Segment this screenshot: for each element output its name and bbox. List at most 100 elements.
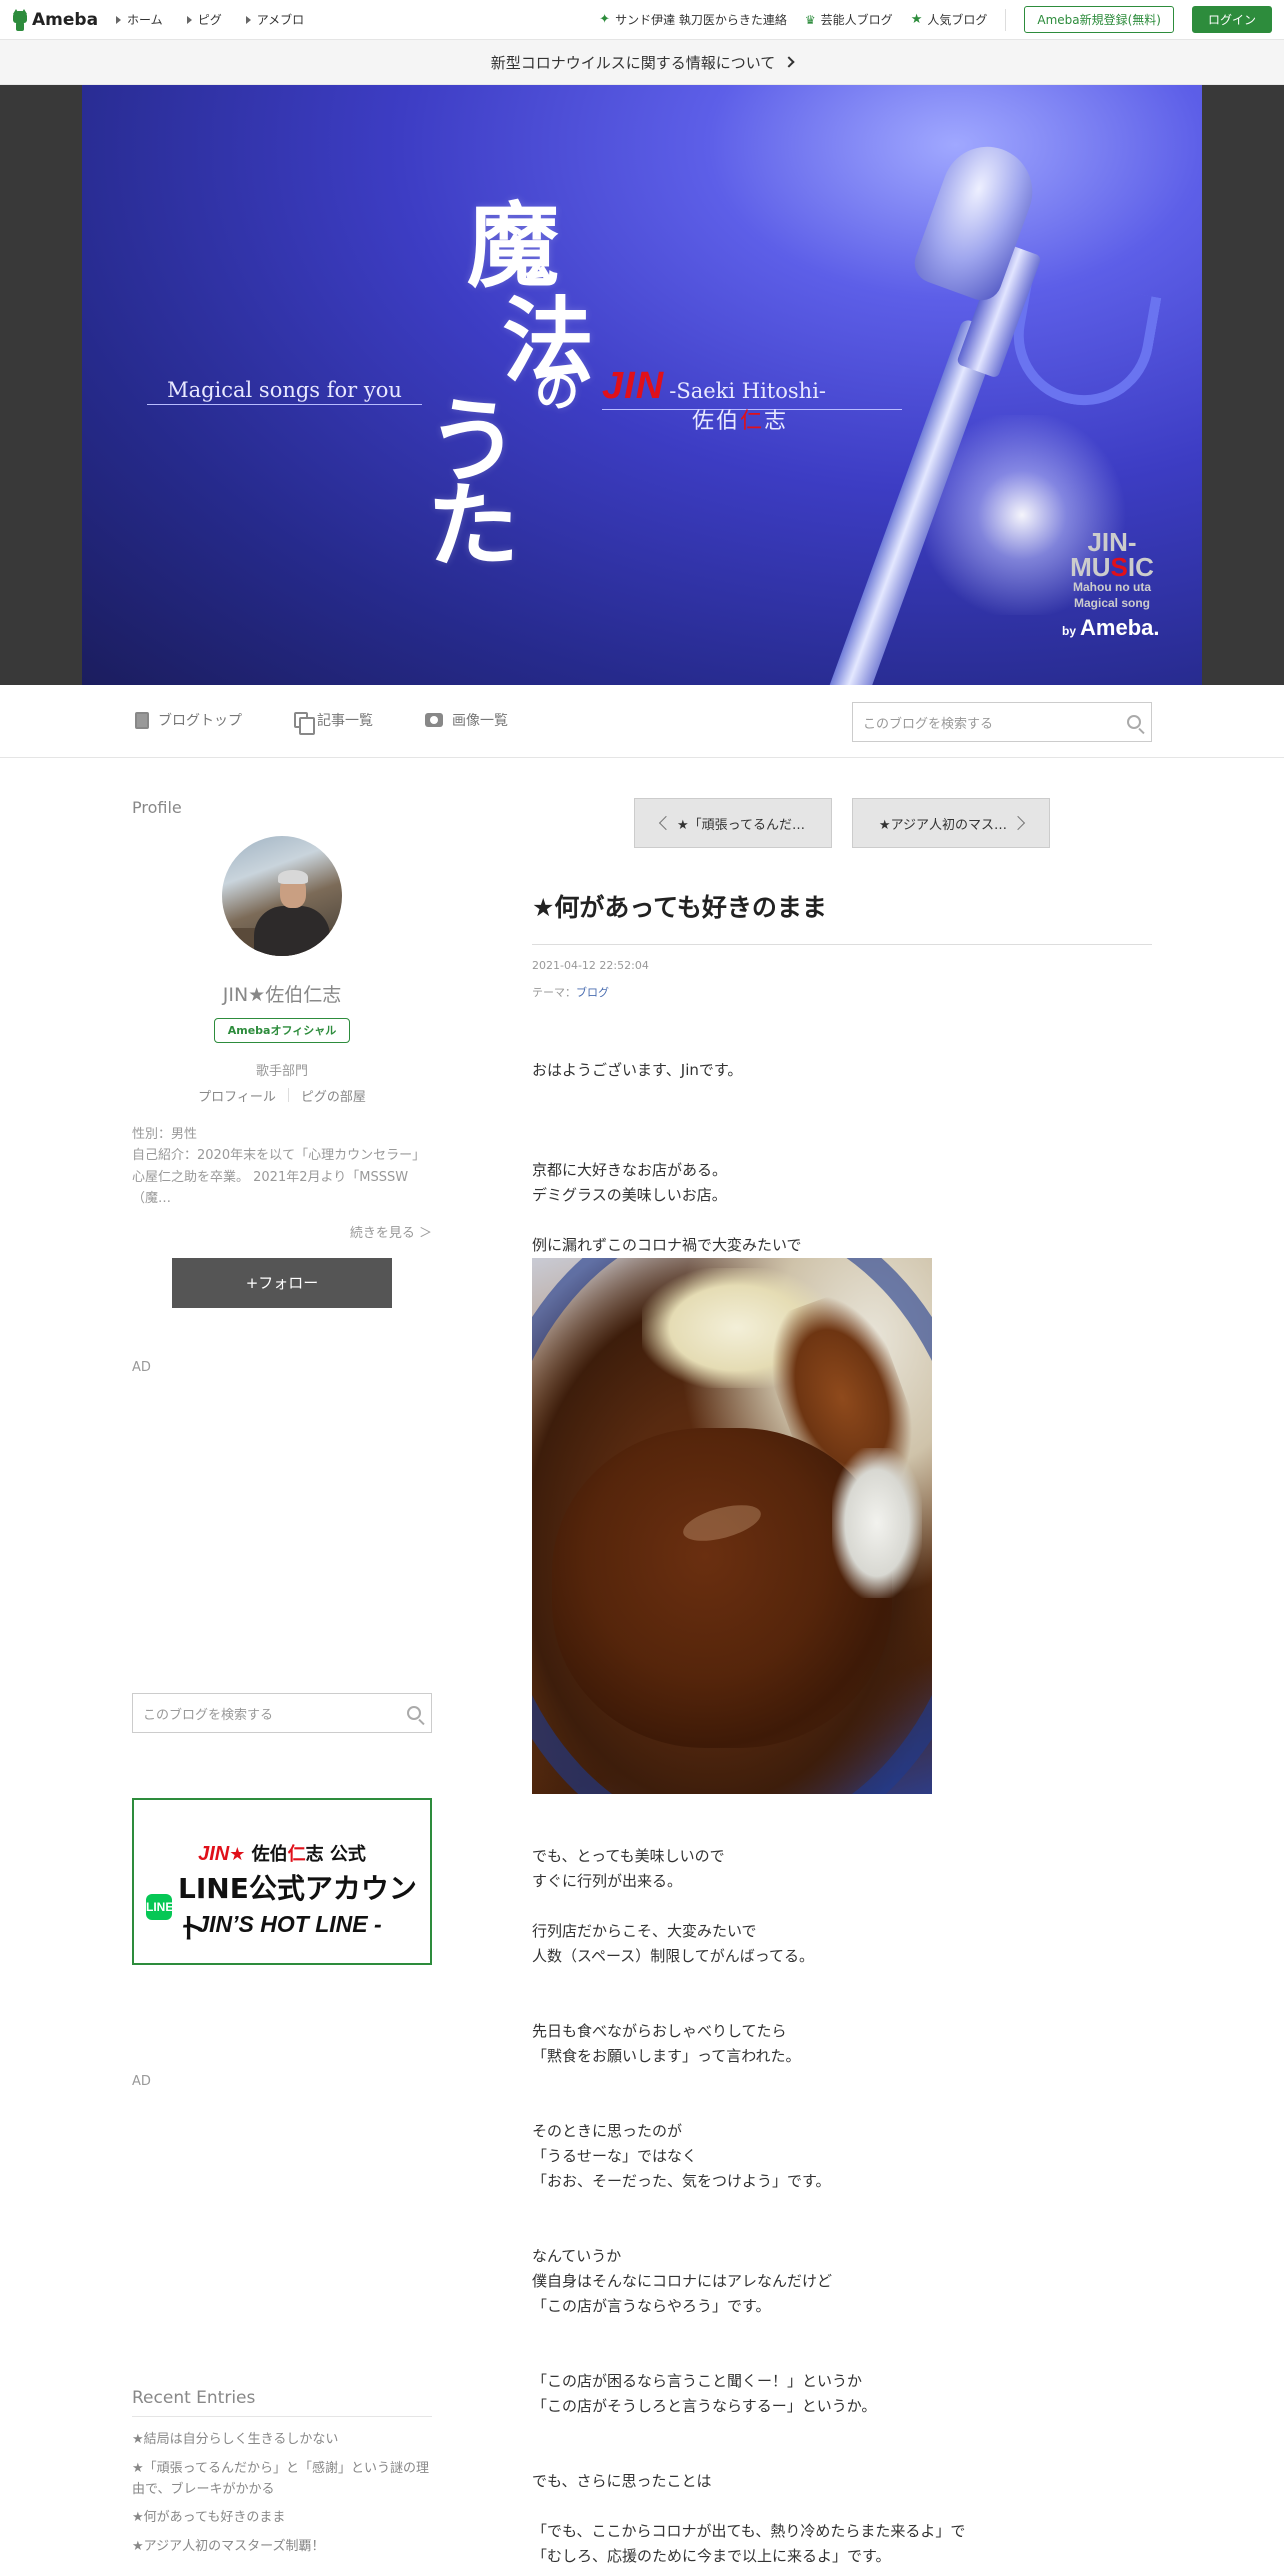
article-line: 行列店だからこそ、大変みたいで	[532, 1922, 757, 1940]
tab-image-list[interactable]: 画像一覧	[425, 710, 508, 730]
article-line: 僕自身はそんなにコロナにはアレなんだけど	[532, 2272, 833, 2290]
by-brand: Ameba.	[1080, 615, 1160, 640]
profile-heading: Profile	[132, 798, 182, 817]
food-photo[interactable]	[532, 1258, 932, 1794]
blog-header-banner[interactable]: Magical songs for you 魔 法 の う た JIN -Sae…	[82, 85, 1202, 685]
notice-text: 新型コロナウイルスに関する情報について	[490, 53, 776, 72]
nav-celebrity-label: 芸能人ブログ	[820, 13, 893, 27]
search-icon[interactable]	[407, 1706, 421, 1720]
header-title: 魔 法 の う た	[427, 192, 594, 572]
document-icon	[135, 711, 149, 729]
tab-article-list[interactable]: 記事一覧	[294, 710, 373, 735]
article-theme: テーマ：ブログ	[532, 984, 609, 1000]
register-button[interactable]: Ameba新規登録(無料)	[1024, 6, 1174, 33]
search-icon[interactable]	[1127, 715, 1141, 729]
logo-text: Ameba	[32, 9, 99, 30]
article-line	[532, 2094, 1152, 2119]
article-line: でも、とっても美味しいので	[532, 1847, 725, 1865]
profile-name[interactable]: JIN★佐伯仁志	[132, 980, 432, 1007]
nav-link-label: ピグ	[197, 13, 222, 27]
brand-part: S	[1110, 551, 1128, 582]
link-divider	[287, 1088, 289, 1102]
article-line	[532, 2444, 1152, 2469]
article-line	[532, 2344, 1152, 2369]
search-placeholder: このブログを検索する	[863, 716, 994, 732]
brand-line: MUSIC	[1057, 551, 1167, 582]
nav-trending-news[interactable]: ✦ サンド伊達 執刀医からきた連絡	[599, 11, 787, 28]
chevron-right-icon	[783, 56, 795, 68]
sidebar-search-input[interactable]: このブログを検索する	[132, 1693, 432, 1733]
brand-line: Magical song	[1073, 596, 1150, 611]
avatar[interactable]	[222, 836, 342, 956]
global-nav: Ameba ホーム ピグ アメブロ ✦ サンド伊達 執刀医からきた連絡 ♛ 芸能人ブ…	[0, 0, 1284, 40]
blog-search-input[interactable]: このブログを検索する	[852, 702, 1152, 742]
official-badge: Amebaオフィシャル	[214, 1018, 350, 1043]
camera-icon	[425, 713, 443, 727]
recent-entries-heading: Recent Entries	[132, 2388, 432, 2417]
nav-link-ameblo[interactable]: アメブロ	[245, 11, 304, 28]
brand-part: MU	[1070, 551, 1111, 582]
recent-entry[interactable]: ★「頑張ってるんだから」と「感謝」という謎の理由で、ブレーキがかかる	[132, 2459, 432, 2501]
article-line: 「この店がそうしろと言うならするー」というか。	[532, 2397, 877, 2415]
nav-link-home[interactable]: ホーム	[116, 11, 163, 28]
article-line: 「黙食をお願いします」って言われた。	[532, 2047, 801, 2065]
nav-divider	[1005, 8, 1007, 31]
article-line: 京都に大好きなお店がある。	[532, 1161, 728, 1179]
title-char: 魔	[467, 192, 560, 300]
article-line	[532, 2194, 1152, 2219]
article-line	[532, 1969, 1152, 1994]
covid-notice-link[interactable]: 新型コロナウイルスに関する情報について	[0, 40, 1284, 85]
tab-label: ブログトップ	[158, 713, 242, 729]
star-icon: ✦	[599, 12, 611, 27]
pigg-room-link[interactable]: ピグの部屋	[301, 1086, 366, 1105]
login-button[interactable]: ログイン	[1191, 6, 1272, 33]
artist-jp-part: 仁	[740, 409, 765, 434]
profile-gender: 性別：男性	[132, 1127, 198, 1142]
line-official-banner[interactable]: JIN★ 佐伯仁志 公式 LINE LINE公式アカウント - JIN’S HO…	[132, 1798, 432, 1965]
nav-link-pigg[interactable]: ピグ	[186, 11, 222, 28]
article-line	[532, 2219, 1152, 2244]
article-line	[532, 2069, 1152, 2094]
recent-entry[interactable]: ★結局は自分らしく生きるしかない	[132, 2430, 432, 2451]
article-line	[532, 1208, 1152, 1233]
article-line	[532, 1083, 1152, 1108]
article-line: 例に漏れずこのコロナ禍で大変みたいで	[532, 1236, 802, 1254]
tab-blog-top[interactable]: ブログトップ	[135, 710, 242, 730]
profile-link[interactable]: プロフィール	[198, 1086, 276, 1105]
profile-category[interactable]: 歌手部門	[132, 1060, 432, 1079]
recent-entry[interactable]: ★何があっても好きのまま	[132, 2508, 432, 2529]
article-line: 「おお、そーだった、気をつけよう」です。	[532, 2172, 831, 2190]
crown-icon: ♛	[804, 12, 816, 27]
article-line: 「この店が困るなら言うこと聞くー！」というか	[532, 2372, 863, 2390]
ameba-pig-icon	[12, 8, 28, 31]
nav-popular-blog[interactable]: ★ 人気ブログ	[911, 11, 988, 28]
read-more-link[interactable]: 続きを見る ＞	[132, 1222, 432, 1241]
artist-jp-part: 志	[764, 409, 789, 434]
ameba-logo[interactable]: Ameba	[12, 8, 99, 31]
theme-prefix: テーマ：	[532, 986, 576, 999]
title-char: た	[427, 472, 520, 580]
blog-nav: ブログトップ 記事一覧 画像一覧 このブログを検索する	[0, 685, 1284, 758]
ad-label: AD	[132, 1360, 151, 1375]
nav-celebrity-blog[interactable]: ♛ 芸能人ブログ	[805, 11, 893, 28]
article-line	[532, 1819, 1152, 1844]
line-banner-heading: JIN★ 佐伯仁志 公式	[134, 1840, 430, 1866]
next-article-button[interactable]: ★アジア人初のマス…	[852, 798, 1050, 848]
follow-button[interactable]: +フォロー	[172, 1258, 392, 1308]
nav-trending-label: サンド伊達 執刀医からきた連絡	[615, 13, 787, 27]
article-line: デミグラスの美味しいお店。	[532, 1186, 727, 1204]
chevron-left-icon	[658, 815, 674, 831]
line-name-part: 志 公式	[305, 1844, 366, 1865]
line-banner-subtitle: - JIN’S HOT LINE -	[182, 1911, 382, 1937]
recent-entry[interactable]: ★アジア人初のマスターズ制覇！	[132, 2537, 432, 2558]
prev-article-button[interactable]: ★「頑張ってるんだ…	[634, 798, 832, 848]
tab-label: 記事一覧	[317, 713, 373, 729]
recent-entries-list: ★結局は自分らしく生きるしかない ★「頑張ってるんだから」と「感謝」という謎の理…	[132, 2430, 432, 2566]
artist-jp-part: 佐伯	[692, 409, 741, 434]
theme-link[interactable]: ブログ	[576, 986, 609, 999]
line-name-part: 仁	[287, 1844, 306, 1865]
article-line	[532, 1994, 1152, 2019]
artist-jin: JIN	[602, 365, 665, 407]
article-line	[532, 1894, 1152, 1919]
ad-label: AD	[132, 2074, 151, 2089]
